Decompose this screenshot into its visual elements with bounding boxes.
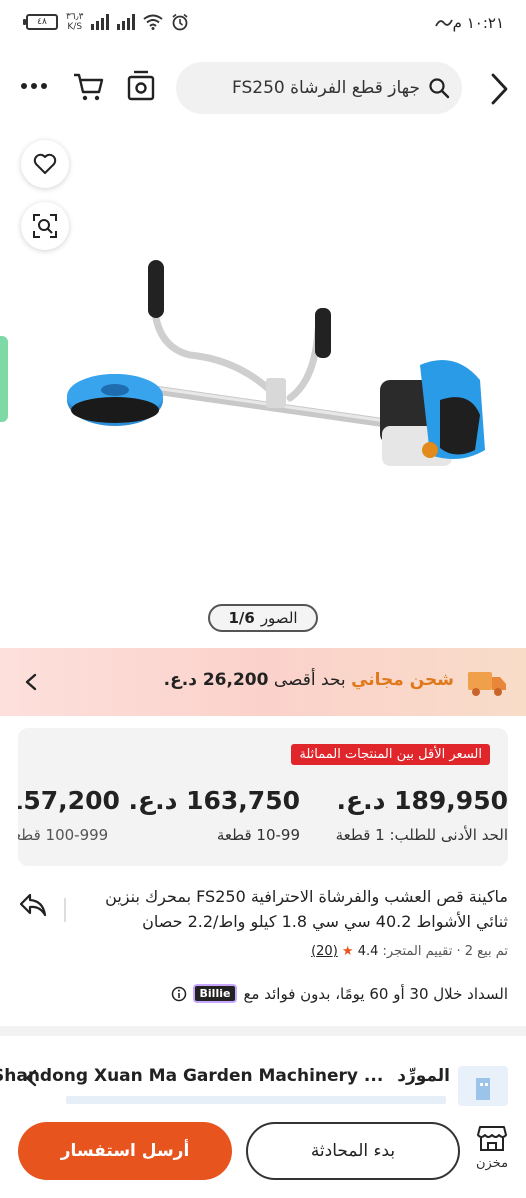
search-query: جهاز قطع الفرشاة FS250 — [232, 78, 420, 98]
shipping-text: شحن مجاني بحد أقصى 26,200 د.ع. — [164, 670, 454, 690]
price-tier-2: 163,750 د.ع. — [128, 786, 300, 815]
price-tier-1: 189,950 د.ع. — [336, 786, 508, 815]
signal-icon — [91, 14, 110, 30]
store-button[interactable]: مخزن — [470, 1124, 514, 1171]
supplier-label: المورِّد — [397, 1066, 450, 1086]
product-meta: تم بيع 2 · تقييم المتجر: 4.4 ★ (20) — [311, 944, 508, 959]
price-card: السعر الأقل بين المنتجات المماثلة 189,95… — [18, 728, 508, 866]
back-arrow-icon[interactable] — [488, 72, 510, 106]
store-label: مخزن — [475, 1156, 509, 1171]
price-tier-3: 157,200 — [18, 786, 120, 815]
signal-icon-2 — [117, 14, 136, 30]
status-time: ١٠:٢١ م — [452, 14, 504, 32]
scan-icon[interactable] — [126, 70, 156, 102]
review-count[interactable]: (20) — [311, 944, 338, 959]
store-icon — [477, 1126, 507, 1151]
supplier-row[interactable]: المورِّد Shandong Xuan Ma Garden Machine… — [0, 1060, 508, 1106]
store-rating: 4.4 — [357, 944, 379, 959]
favorite-button[interactable] — [21, 140, 69, 188]
search-bar[interactable]: جهاز قطع الفرشاة FS250 — [176, 62, 462, 114]
status-icons: ٤٨ ٣٦٫٣ K/S — [23, 12, 189, 32]
truck-icon — [468, 672, 506, 696]
heart-icon — [33, 153, 57, 174]
battery-icon: ٤٨ — [23, 14, 58, 30]
image-counter: الصور 1/6 — [208, 604, 318, 632]
send-inquiry-button[interactable]: أرسل استفسار — [18, 1122, 232, 1180]
lowest-price-badge: السعر الأقل بين المنتجات المماثلة — [291, 744, 490, 765]
cart-icon[interactable] — [72, 72, 104, 102]
shipping-highlight: شحن مجاني — [351, 670, 454, 690]
payment-text: السداد خلال 30 أو 60 يومًا، بدون فوائد م… — [243, 984, 508, 1003]
info-icon[interactable] — [171, 986, 187, 1002]
alarm-icon — [172, 13, 188, 31]
share-icon — [19, 893, 47, 917]
side-feedback-tab[interactable] — [0, 336, 8, 422]
top-header: جهاز قطع الفرشاة FS250 — [0, 58, 526, 120]
title-divider — [64, 898, 66, 922]
battery-level: ٤٨ — [37, 17, 47, 27]
supplier-name: Shandong Xuan Ma Garden Machinery ... — [0, 1066, 384, 1086]
chevron-left-icon — [25, 673, 37, 691]
free-shipping-banner[interactable]: شحن مجاني بحد أقصى 26,200 د.ع. — [0, 648, 526, 716]
status-bar: ١٠:٢١ م ٤٨ ٣٦٫٣ K/S — [0, 0, 526, 52]
supplier-name-line: المورِّد Shandong Xuan Ma Garden Machine… — [0, 1066, 450, 1086]
shipping-amount: 26,200 د.ع. — [163, 670, 269, 690]
qty-tier-3: 100-999 قطعة — [18, 826, 109, 844]
sold-count: تم بيع 2 — [464, 944, 508, 959]
wifi-icon — [143, 14, 164, 30]
network-speed: ٣٦٫٣ K/S — [66, 12, 83, 32]
search-icon — [429, 78, 450, 99]
section-divider — [0, 1026, 526, 1036]
loop-icon — [435, 19, 453, 27]
shipping-limit-label: بحد أقصى — [273, 670, 346, 690]
network-speed-value: ٣٦٫٣ — [66, 12, 84, 22]
bottom-action-bar: أرسل استفسار بدء المحادثة مخزن — [0, 1108, 526, 1198]
billie-logo: Billie — [192, 984, 238, 1003]
image-counter-value: 1/6 — [228, 609, 255, 627]
star-icon: ★ — [341, 944, 354, 959]
share-button[interactable] — [18, 892, 48, 922]
image-counter-label: الصور — [260, 609, 298, 627]
more-icon[interactable] — [20, 82, 48, 90]
network-speed-unit: K/S — [67, 22, 83, 32]
qty-tier-1: الحد الأدنى للطلب: 1 قطعة — [335, 826, 508, 844]
start-chat-button[interactable]: بدء المحادثة — [246, 1122, 460, 1180]
building-icon — [476, 1078, 490, 1100]
visual-search-button[interactable] — [21, 202, 69, 250]
supplier-tags-strip — [66, 1096, 446, 1104]
qty-tier-2: 10-99 قطعة — [216, 826, 300, 844]
image-search-icon — [33, 214, 57, 238]
product-image — [67, 260, 485, 466]
store-rating-label: تقييم المتجر: — [382, 944, 453, 959]
supplier-logo — [458, 1066, 508, 1106]
product-gallery[interactable] — [0, 130, 526, 650]
product-title: ماكينة قص العشب والفرشاة الاحترافية FS25… — [105, 887, 508, 931]
payment-terms[interactable]: السداد خلال 30 أو 60 يومًا، بدون فوائد م… — [171, 984, 508, 1003]
